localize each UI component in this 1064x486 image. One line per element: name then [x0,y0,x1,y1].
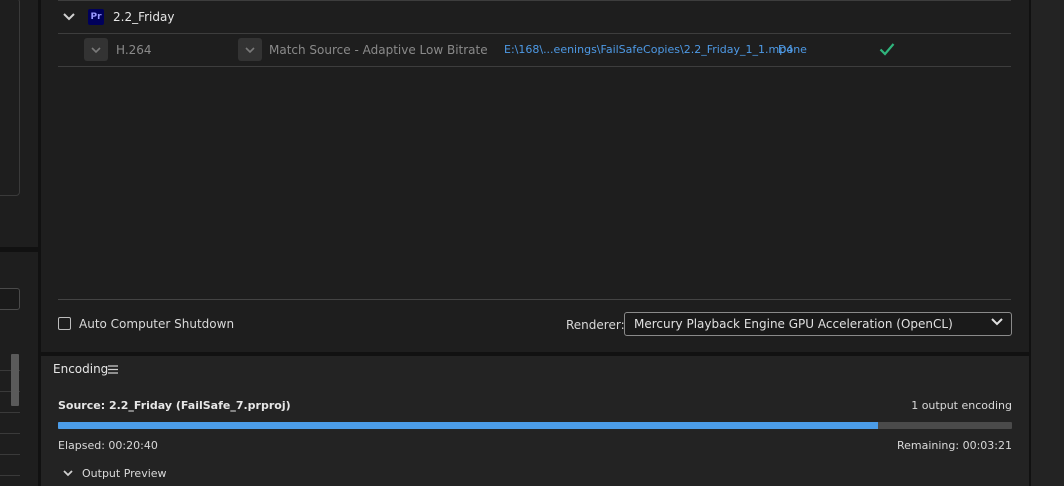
group-expand-toggle[interactable] [61,10,77,24]
chevron-down-icon [63,469,73,476]
check-icon [879,41,895,57]
left-panel-box [0,0,20,196]
renderer-value: Mercury Playback Engine GPU Acceleration… [634,317,953,331]
status-label: Done [778,43,807,56]
encoding-source: Source: 2.2_Friday (FailSafe_7.prproj) [58,399,291,412]
right-panel [1029,0,1064,486]
encoding-progress-bar [58,422,1012,429]
preset-dropdown[interactable] [238,38,262,61]
encoding-panel: Encoding Source: 2.2_Friday (FailSafe_7.… [41,356,1029,486]
format-dropdown[interactable] [84,38,108,61]
format-label: H.264 [116,43,152,57]
output-count: 1 output encoding [911,399,1012,412]
chevron-down-icon [245,46,255,53]
chevron-down-icon [991,318,1003,326]
output-file-link[interactable]: E:\168\...eenings\FailSafeCopies\2.2_Fri… [504,43,793,56]
renderer-label: Renderer: [566,318,625,332]
panel-menu-icon[interactable] [107,363,119,375]
elapsed-time: Elapsed: 00:20:40 [58,439,158,452]
encoding-progress-fill [58,422,879,429]
auto-shutdown-label: Auto Computer Shutdown [79,317,235,331]
auto-shutdown-checkbox[interactable] [58,317,71,330]
group-name: 2.2_Friday [113,10,175,24]
chevron-down-icon [91,46,101,53]
left-panel-scrollbar[interactable] [11,354,19,406]
left-panel [0,0,41,486]
premiere-app-icon: Pr [88,9,104,25]
renderer-select[interactable]: Mercury Playback Engine GPU Acceleration… [624,312,1012,336]
encoding-panel-title: Encoding [53,362,109,376]
preset-label: Match Source - Adaptive Low Bitrate [269,43,488,57]
left-panel-divider [0,247,40,252]
queue-panel: Pr 2.2_Friday H.264 Match Source - Adapt… [41,0,1029,352]
output-preview-label: Output Preview [82,467,167,480]
chevron-down-icon [63,13,75,21]
left-panel-input[interactable] [0,288,20,310]
output-preview-toggle[interactable] [61,467,75,479]
remaining-time: Remaining: 00:03:21 [896,439,1012,452]
